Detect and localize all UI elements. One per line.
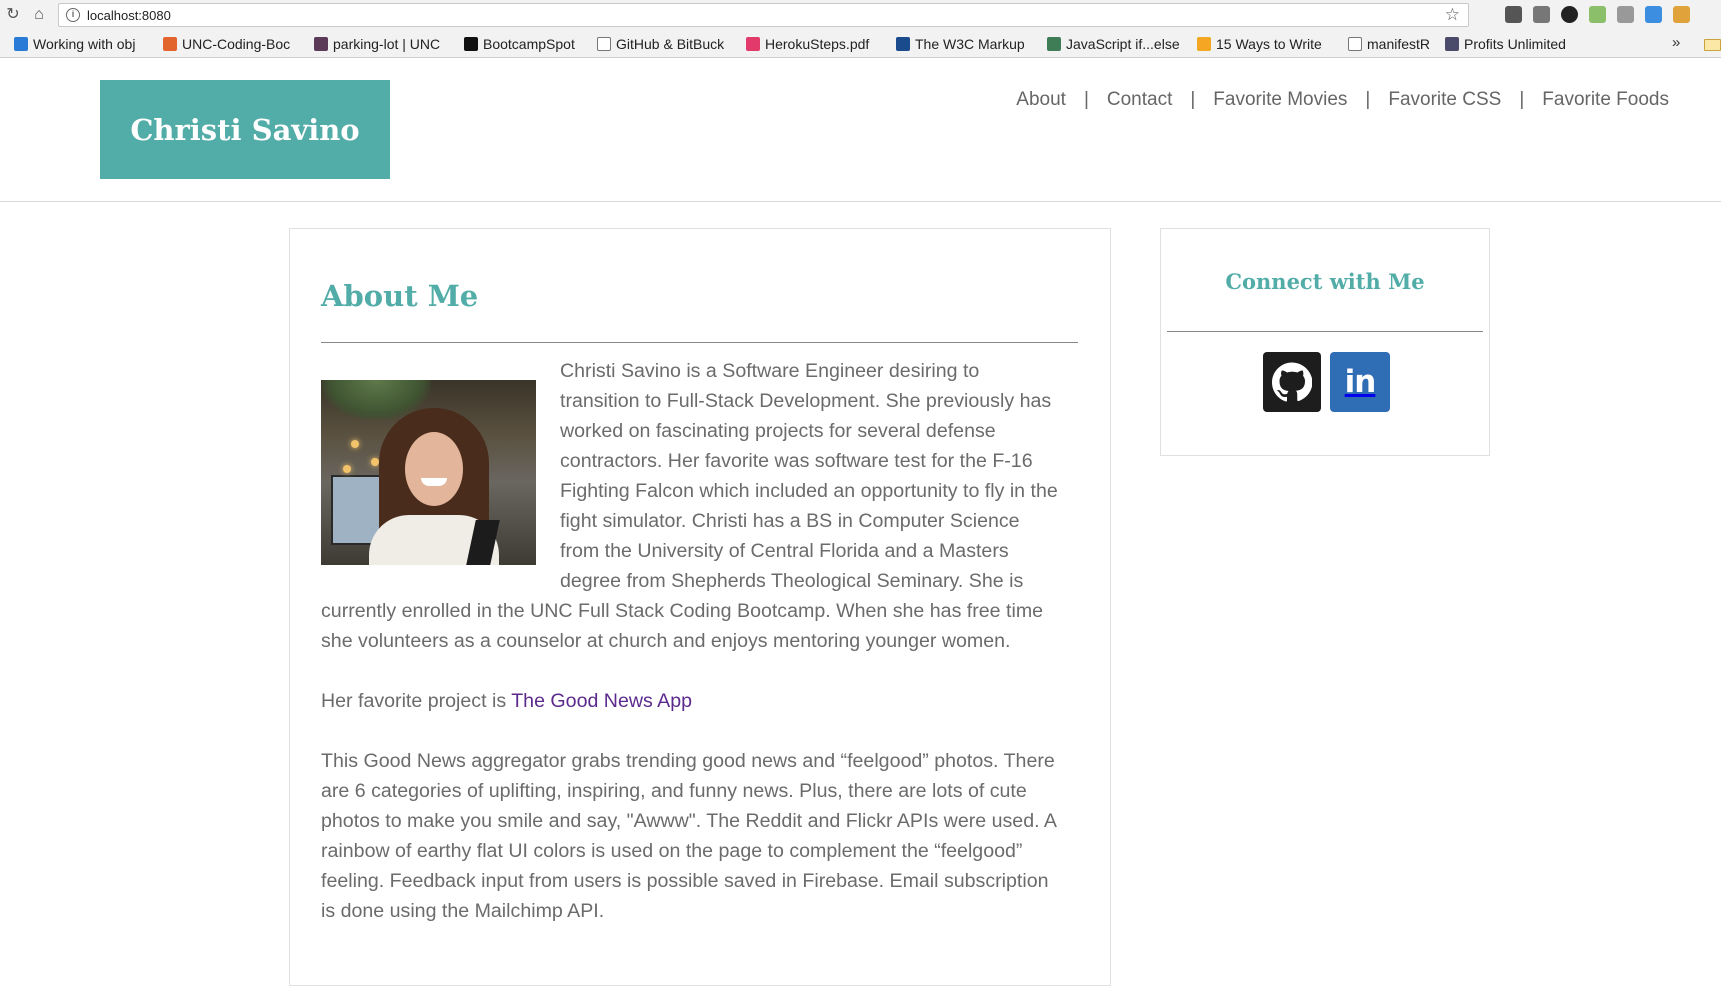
- bookmark-label: The W3C Markup: [915, 36, 1025, 52]
- bookmark-item[interactable]: JavaScript if...else: [1047, 35, 1183, 53]
- extension-icon[interactable]: [1673, 6, 1690, 23]
- folder-icon[interactable]: [1704, 39, 1721, 51]
- nav-favorite-foods[interactable]: Favorite Foods: [1542, 89, 1669, 111]
- extension-icon[interactable]: [1645, 6, 1662, 23]
- about-title: About Me: [321, 279, 479, 313]
- bookmark-label: JavaScript if...else: [1066, 36, 1180, 52]
- info-icon[interactable]: i: [66, 8, 80, 22]
- photo-smile: [421, 478, 447, 486]
- address-bar[interactable]: i localhost:8080 ☆: [58, 3, 1469, 27]
- bookmark-label: GitHub & BitBuck: [616, 36, 725, 52]
- page-icon: [597, 37, 611, 51]
- bookmark-item[interactable]: 15 Ways to Write: [1197, 35, 1333, 53]
- linkedin-icon: in: [1344, 364, 1377, 400]
- bookmark-star-icon[interactable]: ☆: [1445, 5, 1460, 25]
- extension-icons: [1505, 6, 1690, 24]
- bookmark-item[interactable]: Profits Unlimited: [1445, 35, 1585, 53]
- favorite-project-prefix: Her favorite project is: [321, 690, 512, 712]
- bookmark-icon: [896, 37, 910, 51]
- about-card: About Me Christi Savino is a Software En…: [289, 228, 1111, 986]
- browser-toolbar: ↻ ⌂ i localhost:8080 ☆: [0, 0, 1721, 30]
- divider: [321, 342, 1078, 343]
- extension-icon[interactable]: [1505, 6, 1522, 23]
- connect-card: Connect with Me in: [1160, 228, 1490, 456]
- nav-separator: |: [1519, 89, 1525, 110]
- brand-logo[interactable]: Christi Savino: [100, 80, 390, 179]
- bookmark-icon: [163, 37, 177, 51]
- nav-favorite-movies[interactable]: Favorite Movies: [1213, 89, 1347, 111]
- bookmark-icon: [14, 37, 28, 51]
- more-bookmarks-button[interactable]: »: [1672, 34, 1680, 51]
- linkedin-button[interactable]: in: [1330, 352, 1390, 412]
- main-nav: About | Contact | Favorite Movies | Favo…: [1016, 89, 1669, 111]
- extension-icon[interactable]: [1617, 6, 1634, 23]
- extension-icon[interactable]: [1589, 6, 1606, 23]
- bookmark-icon: [746, 37, 760, 51]
- bookmark-item[interactable]: The W3C Markup: [896, 35, 1032, 53]
- home-icon[interactable]: ⌂: [30, 6, 48, 24]
- bookmark-item[interactable]: UNC-Coding-Boc: [163, 35, 300, 53]
- photo-light: [343, 465, 351, 473]
- bookmark-label: BootcampSpot: [483, 36, 575, 52]
- site-header: Christi Savino About | Contact | Favorit…: [0, 58, 1721, 202]
- photo-light: [351, 440, 359, 448]
- bookmark-icon: [464, 37, 478, 51]
- bookmark-icon: [1047, 37, 1061, 51]
- nav-contact[interactable]: Contact: [1107, 89, 1172, 111]
- reload-icon[interactable]: ↻: [4, 6, 22, 24]
- bookmark-item[interactable]: parking-lot | UNC: [314, 35, 450, 53]
- github-button[interactable]: [1263, 352, 1321, 412]
- nav-separator: |: [1365, 89, 1371, 110]
- bookmark-label: manifestR: [1367, 36, 1431, 52]
- nav-separator: |: [1083, 89, 1089, 110]
- bookmarks-bar: Working with obj UNC-Coding-Boc parking-…: [0, 30, 1721, 58]
- photo-light: [371, 458, 379, 466]
- bookmark-label: parking-lot | UNC: [333, 36, 441, 52]
- project-description: This Good News aggregator grabs trending…: [321, 750, 1056, 922]
- bookmark-label: UNC-Coding-Boc: [182, 36, 291, 52]
- bookmark-label: Working with obj: [33, 36, 136, 52]
- divider: [1167, 331, 1483, 332]
- bookmark-icon: [314, 37, 328, 51]
- brand-name: Christi Savino: [130, 112, 360, 147]
- bookmark-icon: [1445, 37, 1459, 51]
- bookmark-item[interactable]: Working with obj: [14, 35, 154, 53]
- bookmark-label: 15 Ways to Write: [1216, 36, 1322, 52]
- profile-photo: [321, 380, 536, 565]
- good-news-app-link[interactable]: The Good News App: [511, 690, 692, 712]
- favorite-project-line: Her favorite project is The Good News Ap…: [321, 686, 1059, 716]
- bookmark-item[interactable]: BootcampSpot: [464, 35, 586, 53]
- address-url[interactable]: localhost:8080: [87, 8, 171, 23]
- bookmark-item[interactable]: manifestR: [1348, 35, 1444, 53]
- bookmark-item[interactable]: GitHub & BitBuck: [597, 35, 731, 53]
- bookmark-label: HerokuSteps.pdf: [765, 36, 870, 52]
- github-icon: [1272, 362, 1312, 402]
- bookmark-item[interactable]: HerokuSteps.pdf: [746, 35, 880, 53]
- nav-about[interactable]: About: [1016, 89, 1066, 111]
- extension-icon[interactable]: [1533, 6, 1550, 23]
- headphones-icon[interactable]: [1561, 6, 1578, 23]
- connect-title: Connect with Me: [1225, 269, 1425, 294]
- nav-favorite-css[interactable]: Favorite CSS: [1388, 89, 1501, 111]
- page-icon: [1348, 37, 1362, 51]
- nav-separator: |: [1190, 89, 1196, 110]
- photo-face: [405, 432, 463, 506]
- about-body: Christi Savino is a Software Engineer de…: [321, 356, 1059, 926]
- bookmark-label: Profits Unlimited: [1464, 36, 1566, 52]
- bookmark-icon: [1197, 37, 1211, 51]
